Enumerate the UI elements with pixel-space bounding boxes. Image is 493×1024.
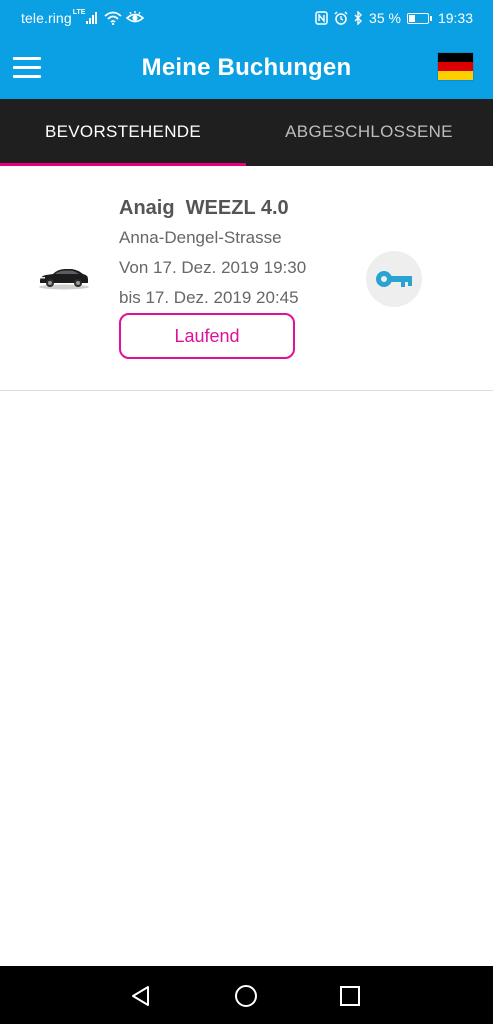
signal-icon	[86, 12, 98, 24]
tab-bar: BEVORSTEHENDE ABGESCHLOSSENE	[0, 99, 493, 166]
booking-status-button[interactable]: Laufend	[119, 313, 295, 359]
tab-upcoming[interactable]: BEVORSTEHENDE	[0, 99, 246, 166]
page-title: Meine Buchungen	[141, 54, 352, 81]
bluetooth-icon	[354, 11, 363, 25]
clock: 19:33	[437, 10, 473, 26]
system-nav-bar	[0, 966, 493, 1024]
app-bar: Meine Buchungen	[0, 38, 493, 99]
battery-level-fill	[408, 14, 415, 22]
status-bar: tele.ring LTE 35 % 19:33	[0, 0, 493, 38]
status-right: 35 % 19:33	[309, 10, 473, 26]
battery-icon	[406, 12, 432, 24]
alarm-icon	[334, 11, 348, 25]
flag-stripe-red	[438, 62, 473, 71]
key-button[interactable]	[366, 251, 422, 307]
car-icon	[39, 269, 89, 290]
flag-stripe-black	[438, 53, 473, 62]
carrier-label: tele.ring	[21, 10, 72, 26]
booking-card[interactable]: Anaig WEEZL 4.0 Anna-Dengel-Strasse Von …	[0, 166, 493, 391]
key-icon	[376, 271, 412, 287]
german-flag-icon[interactable]	[438, 53, 473, 80]
status-left: tele.ring LTE	[21, 8, 145, 26]
home-icon[interactable]	[233, 983, 259, 1009]
booking-address: Anna-Dengel-Strasse	[119, 228, 282, 247]
eye-icon	[126, 11, 145, 23]
booking-end-time: bis 17. Dez. 2019 20:45	[119, 288, 299, 307]
tab-completed[interactable]: ABGESCHLOSSENE	[246, 99, 492, 166]
booking-start-time: Von 17. Dez. 2019 19:30	[119, 258, 307, 277]
wifi-icon	[104, 11, 123, 25]
nfc-icon	[315, 11, 328, 25]
back-icon[interactable]	[128, 983, 154, 1009]
flag-stripe-gold	[438, 71, 473, 80]
booking-title: Anaig WEEZL 4.0	[119, 197, 289, 219]
recent-apps-icon[interactable]	[337, 983, 363, 1009]
battery-percent: 35 %	[369, 10, 401, 26]
network-type-label: LTE	[72, 8, 86, 16]
